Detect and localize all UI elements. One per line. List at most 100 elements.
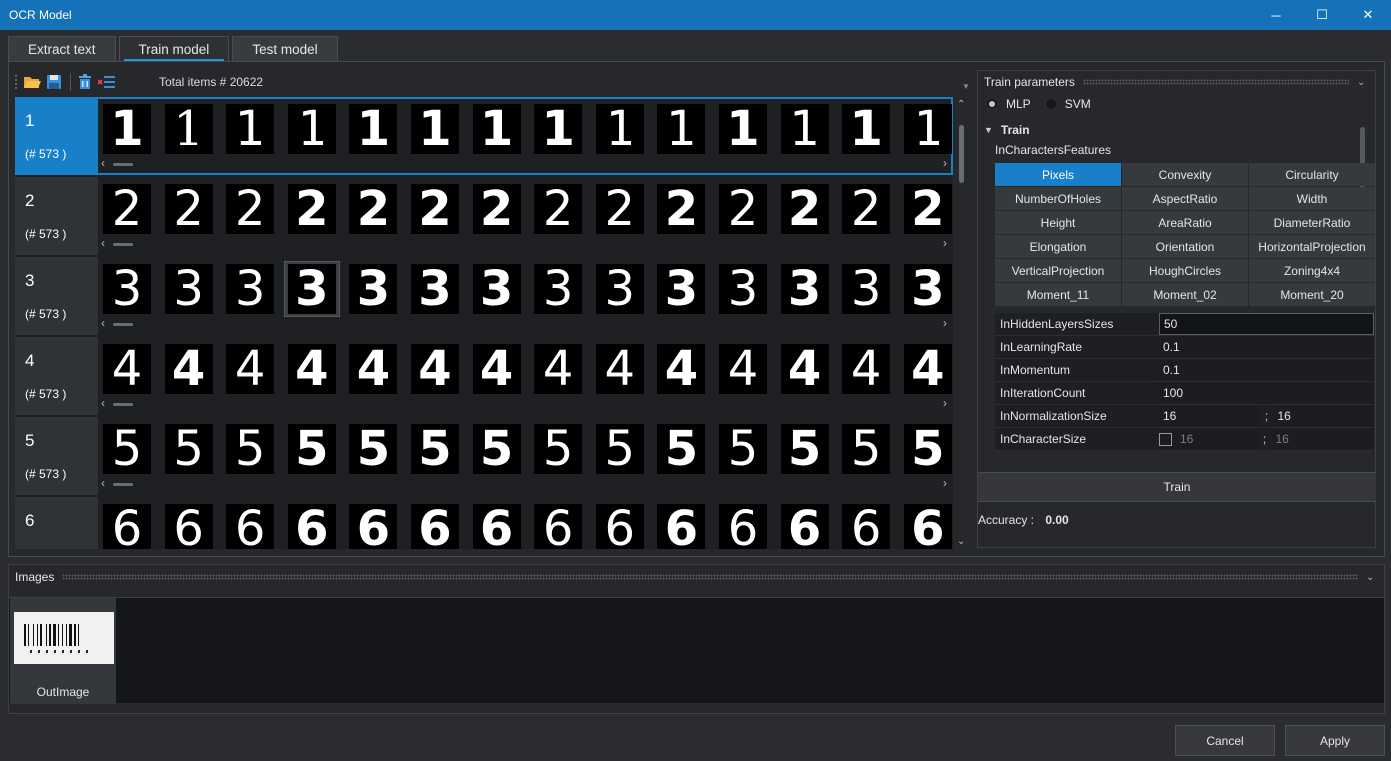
character-sample[interactable]: 5 <box>838 421 894 477</box>
character-sample[interactable]: 2 <box>407 181 463 237</box>
character-sample[interactable]: 6 <box>900 501 953 549</box>
character-sample[interactable]: 4 <box>345 341 401 397</box>
character-sample[interactable]: 2 <box>99 181 155 237</box>
tab-extract-text[interactable]: Extract text <box>8 36 116 62</box>
class-row-0[interactable]: 1 (# 573 ) 1 1 1 1 1 1 1 1 1 1 1 1 1 1 ‹ › <box>15 97 953 175</box>
character-sample[interactable]: 1 <box>592 101 648 157</box>
character-sample[interactable]: 5 <box>715 421 771 477</box>
character-sample[interactable]: 2 <box>715 181 771 237</box>
character-sample[interactable]: 3 <box>900 261 953 317</box>
scroll-right-arrow-icon[interactable]: › <box>943 396 947 410</box>
character-sample[interactable]: 3 <box>838 261 894 317</box>
character-sample[interactable]: 4 <box>161 341 217 397</box>
character-sample[interactable]: 4 <box>284 341 340 397</box>
character-sample[interactable]: 3 <box>407 261 463 317</box>
radio-svm[interactable]: SVM <box>1044 97 1091 111</box>
character-sample[interactable]: 3 <box>345 261 401 317</box>
clear-list-icon[interactable] <box>97 72 117 92</box>
character-sample[interactable]: 6 <box>838 501 894 549</box>
scrollbar-thumb[interactable] <box>959 125 964 183</box>
character-sample[interactable]: 6 <box>653 501 709 549</box>
character-sample[interactable]: 4 <box>99 341 155 397</box>
delete-icon[interactable] <box>75 72 95 92</box>
scroll-left-arrow-icon[interactable]: ‹ <box>101 236 105 250</box>
character-sample[interactable]: 3 <box>283 261 340 317</box>
character-sample[interactable]: 6 <box>715 501 771 549</box>
character-sample[interactable]: 1 <box>653 101 709 157</box>
scroll-left-arrow-icon[interactable]: ‹ <box>101 476 105 490</box>
character-sample[interactable]: 4 <box>653 341 709 397</box>
character-sample[interactable]: 3 <box>530 261 586 317</box>
scroll-right-arrow-icon[interactable]: › <box>943 156 947 170</box>
class-label-cell[interactable]: 3 (# 573 ) <box>15 257 98 335</box>
character-sample[interactable]: 5 <box>284 421 340 477</box>
feature-toggle-diameterratio[interactable]: DiameterRatio <box>1249 211 1375 234</box>
feature-toggle-circularity[interactable]: Circularity <box>1249 163 1375 186</box>
feature-toggle-orientation[interactable]: Orientation <box>1122 235 1248 258</box>
character-sample[interactable]: 5 <box>469 421 525 477</box>
class-label-cell[interactable]: 4 (# 573 ) <box>15 337 98 415</box>
character-sample[interactable]: 2 <box>469 181 525 237</box>
row-horizontal-scrollbar[interactable]: ‹ › <box>101 476 947 490</box>
character-sample[interactable]: 5 <box>592 421 648 477</box>
character-sample[interactable]: 5 <box>345 421 401 477</box>
class-label-cell[interactable]: 1 (# 573 ) <box>15 97 98 175</box>
scroll-down-arrow-icon[interactable]: ⌄ <box>957 536 965 547</box>
character-sample[interactable]: 5 <box>653 421 709 477</box>
character-sample[interactable]: 1 <box>715 101 771 157</box>
scroll-right-arrow-icon[interactable]: › <box>943 236 947 250</box>
train-button[interactable]: Train <box>978 472 1376 502</box>
character-sample[interactable]: 1 <box>407 101 463 157</box>
class-row-3[interactable]: 4 (# 573 ) 4 4 4 4 4 4 4 4 4 4 4 4 4 4 ‹ › <box>15 337 953 415</box>
maximize-button[interactable]: ☐ <box>1299 0 1345 30</box>
character-sample[interactable]: 4 <box>592 341 648 397</box>
radio-svm-indicator[interactable] <box>1044 98 1057 110</box>
list-vertical-scrollbar[interactable]: ⌃ ⌄ <box>955 97 969 549</box>
row-horizontal-scrollbar[interactable]: ‹ › <box>101 396 947 410</box>
feature-toggle-moment-11[interactable]: Moment_11 <box>995 283 1121 306</box>
scroll-left-arrow-icon[interactable]: ‹ <box>101 316 105 330</box>
character-sample[interactable]: 5 <box>777 421 833 477</box>
character-size-checkbox[interactable] <box>1159 432 1172 446</box>
feature-toggle-elongation[interactable]: Elongation <box>995 235 1121 258</box>
character-sample[interactable]: 1 <box>469 101 525 157</box>
scrollbar-thumb[interactable] <box>113 243 133 246</box>
character-sample[interactable]: 5 <box>407 421 463 477</box>
scrollbar-thumb[interactable] <box>113 483 133 486</box>
cancel-button[interactable]: Cancel <box>1175 725 1275 756</box>
character-sample[interactable]: 5 <box>530 421 586 477</box>
character-sample[interactable]: 6 <box>161 501 217 549</box>
character-sample[interactable]: 4 <box>407 341 463 397</box>
scrollbar-thumb[interactable] <box>113 163 133 166</box>
character-sample[interactable]: 1 <box>222 101 278 157</box>
character-sample[interactable]: 3 <box>592 261 648 317</box>
iteration-count-input[interactable]: 100 <box>1159 382 1374 404</box>
character-sample[interactable]: 3 <box>99 261 155 317</box>
character-sample[interactable]: 1 <box>900 101 953 157</box>
train-section-header[interactable]: ▼ Train <box>984 123 1030 137</box>
tab-train-model[interactable]: Train model <box>118 36 230 62</box>
normalization-height-input[interactable]: 16 <box>1273 405 1374 427</box>
scroll-left-arrow-icon[interactable]: ‹ <box>101 396 105 410</box>
character-sample[interactable]: 2 <box>530 181 586 237</box>
scrollbar-thumb[interactable] <box>113 403 133 406</box>
character-sample[interactable]: 6 <box>222 501 278 549</box>
scroll-up-arrow-icon[interactable]: ⌃ <box>957 99 965 110</box>
scroll-right-arrow-icon[interactable]: › <box>943 316 947 330</box>
panel-drag-handle[interactable] <box>1082 79 1349 85</box>
scroll-right-arrow-icon[interactable]: › <box>943 476 947 490</box>
save-icon[interactable] <box>44 72 64 92</box>
character-sample[interactable]: 2 <box>592 181 648 237</box>
character-sample[interactable]: 5 <box>161 421 217 477</box>
character-sample[interactable]: 3 <box>715 261 771 317</box>
character-sample[interactable]: 6 <box>345 501 401 549</box>
character-sample[interactable]: 3 <box>653 261 709 317</box>
character-sample[interactable]: 4 <box>222 341 278 397</box>
feature-toggle-convexity[interactable]: Convexity <box>1122 163 1248 186</box>
learning-rate-input[interactable]: 0.1 <box>1159 336 1374 358</box>
feature-toggle-verticalprojection[interactable]: VerticalProjection <box>995 259 1121 282</box>
image-tile-outimage[interactable]: OutImage <box>10 598 116 704</box>
open-folder-icon[interactable] <box>22 72 42 92</box>
character-sample[interactable]: 1 <box>99 101 155 157</box>
character-sample[interactable]: 2 <box>838 181 894 237</box>
